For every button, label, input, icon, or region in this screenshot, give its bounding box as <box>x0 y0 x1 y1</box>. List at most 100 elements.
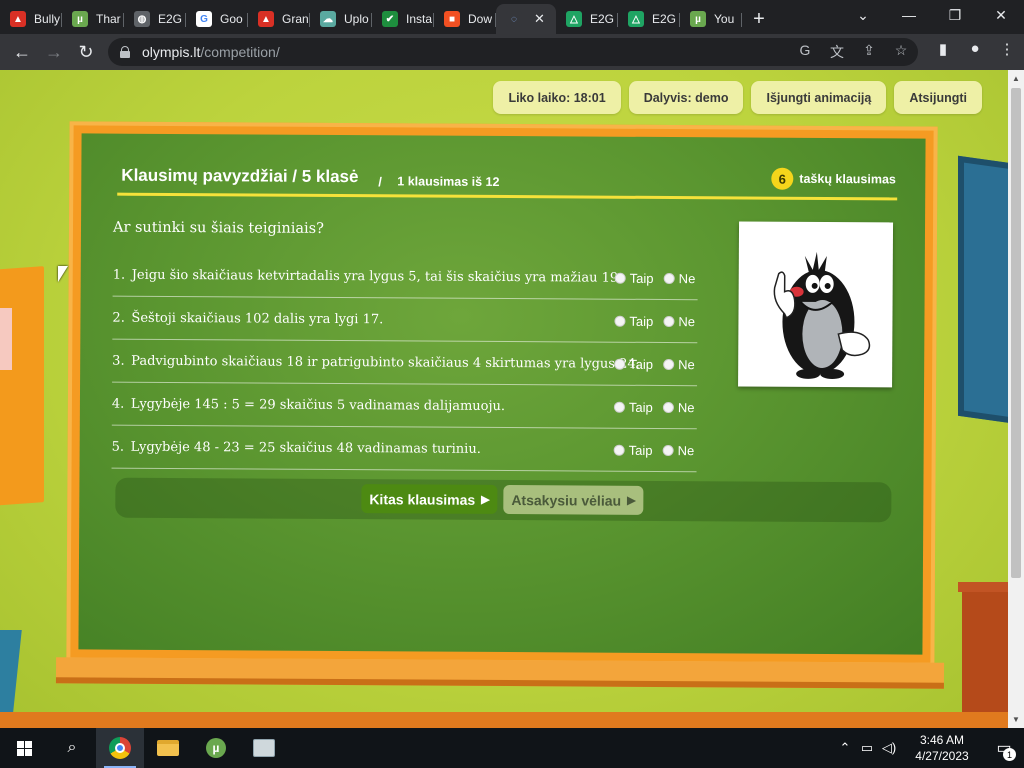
tab-list: ▲ Bully µ Thar ◍ E2G G Goo ▲ Gran ☁ Uplo ✔ Insta ■ Dow ◌… <box>0 4 742 34</box>
no-radio[interactable] <box>662 444 674 457</box>
yes-radio[interactable] <box>614 315 626 327</box>
answer-yes-option[interactable]: Taip <box>614 314 653 329</box>
yes-label: Taip <box>628 399 653 415</box>
answer-yes-option[interactable]: Taip <box>613 399 653 415</box>
tab-search-icon[interactable]: ⌄ <box>840 0 886 30</box>
page-scrollbar[interactable]: ▲ ▼ <box>1008 70 1024 728</box>
scroll-up-icon[interactable]: ▲ <box>1012 74 1020 83</box>
statement-text: Lygybėje 145 : 5 = 29 skaičius 5 vadinam… <box>130 396 506 415</box>
answer-no-option[interactable]: Ne <box>663 314 695 329</box>
close-window-button[interactable]: ✕ <box>978 0 1024 30</box>
bookmark-star-icon[interactable]: ☆ <box>892 42 910 62</box>
address-bar[interactable]: olympis.lt/competition/ G 文 ⇪ ☆ <box>108 38 918 66</box>
search-icon[interactable]: ⌕ <box>48 728 96 768</box>
tray-chevron-icon[interactable]: ⌃ <box>834 740 856 756</box>
app-taskbar-button[interactable] <box>240 728 288 768</box>
browser-tab[interactable]: µ You <box>680 4 742 34</box>
scrollbar-thumb[interactable] <box>1011 88 1021 578</box>
action-bar: Kitas klausimas ▶ Atsakysiu vėliau ▶ <box>115 477 892 523</box>
no-label: Ne <box>678 357 695 373</box>
browser-tab[interactable]: ▲ Gran <box>248 4 310 34</box>
clock[interactable]: 3:46 AM 4/27/2023 <box>900 732 984 764</box>
no-label: Ne <box>678 271 696 287</box>
yes-radio[interactable] <box>613 444 625 456</box>
browser-tab[interactable]: ✔ Insta <box>372 4 434 34</box>
app-window-icon <box>253 739 275 757</box>
logout-button[interactable]: Atsijungti <box>894 81 982 114</box>
next-question-button[interactable]: Kitas klausimas ▶ <box>361 484 498 514</box>
answer-later-button[interactable]: Atsakysiu vėliau ▶ <box>503 485 644 515</box>
new-tab-button[interactable]: + <box>742 4 776 34</box>
lock-icon[interactable] <box>120 46 130 58</box>
browser-tab[interactable]: △ E2G <box>556 4 618 34</box>
browser-tab[interactable]: ◍ E2G <box>124 4 186 34</box>
toggle-animation-button[interactable]: Išjungti animaciją <box>751 81 887 114</box>
globe-icon: ◍ <box>134 11 150 27</box>
answer-yes-option[interactable]: Taip <box>614 270 654 286</box>
close-tab-icon[interactable]: ✕ <box>534 11 545 27</box>
no-radio[interactable] <box>663 358 675 371</box>
browser-tab[interactable]: ■ Dow <box>434 4 496 34</box>
answer-yes-option[interactable]: Taip <box>614 357 653 372</box>
tab-label: Uplo <box>344 12 369 26</box>
answer-no-option[interactable]: Ne <box>662 400 695 416</box>
no-radio[interactable] <box>663 272 675 285</box>
no-label: Ne <box>677 400 695 416</box>
utorrent-taskbar-button[interactable]: µ <box>192 728 240 768</box>
reload-icon[interactable]: ↻ <box>70 36 102 68</box>
profile-icon[interactable]: ● <box>964 40 986 58</box>
yes-radio[interactable] <box>614 272 626 284</box>
no-radio[interactable] <box>662 401 674 414</box>
network-icon[interactable]: ▭ <box>856 740 878 756</box>
mole-icon <box>773 251 871 380</box>
minimize-button[interactable]: — <box>886 0 932 30</box>
yes-radio[interactable] <box>614 358 626 370</box>
start-button[interactable] <box>0 728 48 768</box>
tab-label: You <box>714 12 735 26</box>
statement-text: Šeštoji skaičiaus 102 dalis yra lygi 17. <box>131 310 384 328</box>
yes-label: Taip <box>629 270 654 286</box>
decorative-floor <box>0 712 1008 728</box>
clock-date: 4/27/2023 <box>915 749 969 763</box>
statement-row: 4. Lygybėje 145 : 5 = 29 skaičius 5 vadin… <box>111 382 698 430</box>
side-panel-icon[interactable]: ▮ <box>932 40 954 58</box>
no-radio[interactable] <box>663 315 675 328</box>
browser-tab[interactable]: △ E2G <box>618 4 680 34</box>
answer-no-option[interactable]: Ne <box>662 443 694 458</box>
statement-number: 4. <box>111 396 125 412</box>
answer-no-option[interactable]: Ne <box>663 357 695 372</box>
google-lens-icon[interactable]: G <box>796 42 814 62</box>
statement-number: 5. <box>111 439 125 455</box>
url-host: olympis.lt <box>142 44 201 60</box>
play-icon: ▶ <box>481 493 490 506</box>
browser-tab[interactable]: ☁ Uplo <box>310 4 372 34</box>
restore-button[interactable]: ❐ <box>932 0 978 30</box>
points-label: taškų klausimas <box>799 171 896 187</box>
chrome-taskbar-button[interactable] <box>96 728 144 768</box>
scroll-down-icon[interactable]: ▼ <box>1012 715 1020 724</box>
browser-tab[interactable]: G Goo <box>186 4 248 34</box>
tab-label: E2G <box>158 12 183 26</box>
file-explorer-button[interactable] <box>144 728 192 768</box>
forward-icon[interactable]: → <box>38 36 70 68</box>
back-icon[interactable]: ← <box>6 36 38 68</box>
chalkboard-frame: Klausimų pavyzdžiai / 5 klasė / 1 klausi… <box>66 121 938 667</box>
top-buttons: Liko laiko: 18:01 Dalyvis: demo Išjungti… <box>493 81 982 114</box>
notification-count: 1 <box>1003 748 1016 761</box>
yes-radio[interactable] <box>613 401 625 413</box>
windows-taskbar: ⌕ µ ⌃ ▭ ◁) 3:46 AM 4/27/2023 ▭ 1 <box>0 728 1024 768</box>
url-path: /competition/ <box>200 44 280 60</box>
translate-icon[interactable]: 文 <box>828 42 846 62</box>
share-icon[interactable]: ⇪ <box>860 42 878 62</box>
red-app-icon: ▲ <box>258 11 274 27</box>
next-question-label: Kitas klausimas <box>369 490 476 508</box>
menu-icon[interactable]: ⋮ <box>996 40 1018 58</box>
answer-yes-option[interactable]: Taip <box>613 443 653 458</box>
browser-tab[interactable]: ▲ Bully <box>0 4 62 34</box>
volume-icon[interactable]: ◁) <box>878 740 900 756</box>
browser-tab[interactable]: ◌ ✕ <box>496 4 556 34</box>
answer-no-option[interactable]: Ne <box>663 271 696 287</box>
system-tray: ⌃ ▭ ◁) 3:46 AM 4/27/2023 ▭ 1 <box>834 728 1024 768</box>
notification-center-button[interactable]: ▭ 1 <box>984 728 1024 768</box>
browser-tab[interactable]: µ Thar <box>62 4 124 34</box>
